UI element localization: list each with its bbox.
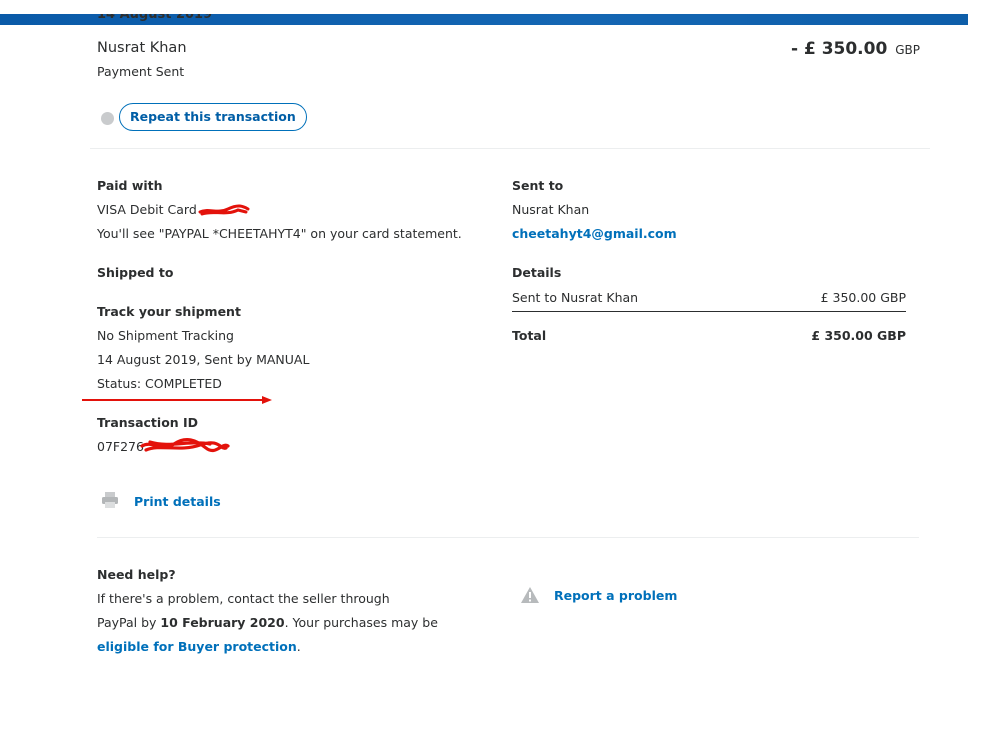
details-line-value: £ 350.00 GBP bbox=[820, 290, 906, 305]
repeat-transaction-label: Repeat this transaction bbox=[130, 109, 296, 124]
section-divider bbox=[90, 148, 930, 149]
card-name: VISA Debit Card bbox=[97, 202, 197, 217]
details-line-label: Sent to Nusrat Khan bbox=[512, 290, 639, 305]
help-text-line-3: eligible for Buyer protection. bbox=[97, 639, 301, 654]
printer-icon[interactable] bbox=[101, 491, 119, 509]
transaction-date: 14 August 2019 bbox=[97, 14, 213, 22]
details-label: Details bbox=[512, 265, 562, 280]
help-text-line-1: If there's a problem, contact the seller… bbox=[97, 591, 390, 606]
buyer-protection-link[interactable]: eligible for Buyer protection bbox=[97, 639, 297, 654]
sent-to-label: Sent to bbox=[512, 178, 564, 193]
redaction-scribble bbox=[198, 204, 250, 216]
repeat-transaction-button[interactable]: Repeat this transaction bbox=[119, 103, 307, 131]
amount-currency: GBP bbox=[895, 43, 920, 57]
transaction-id-label: Transaction ID bbox=[97, 415, 199, 430]
tracking-status: Status: COMPLETED bbox=[97, 376, 222, 391]
total-value: £ 350.00 GBP bbox=[811, 328, 906, 343]
track-shipment-label: Track your shipment bbox=[97, 304, 241, 319]
amount-value: - £ 350.00 bbox=[790, 39, 888, 59]
redaction-scribble bbox=[140, 438, 230, 453]
tracking-line-1: No Shipment Tracking bbox=[97, 328, 234, 343]
report-problem-link[interactable]: Report a problem bbox=[554, 588, 677, 603]
payment-amount: - £ 350.00 GBP bbox=[791, 39, 920, 59]
print-details-link[interactable]: Print details bbox=[134, 494, 221, 509]
statement-note: You'll see "PAYPAL *CHEETAHYT4" on your … bbox=[97, 226, 462, 241]
annotation-arrow bbox=[82, 396, 272, 404]
help-link-suffix: . bbox=[296, 639, 301, 654]
recipient-email-link[interactable]: cheetahyt4@gmail.com bbox=[512, 226, 677, 241]
tracking-line-2: 14 August 2019, Sent by MANUAL bbox=[97, 352, 310, 367]
paid-with-label: Paid with bbox=[97, 178, 163, 193]
payment-status: Payment Sent bbox=[97, 64, 185, 79]
help-deadline-date: 10 February 2020 bbox=[160, 615, 285, 630]
help-text-suffix: . Your purchases may be bbox=[284, 615, 438, 630]
recipient-name: Nusrat Khan bbox=[97, 40, 187, 56]
info-dot-icon bbox=[101, 112, 114, 125]
sent-to-name: Nusrat Khan bbox=[512, 202, 590, 217]
help-text-line-2: PayPal by 10 February 2020. Your purchas… bbox=[97, 615, 438, 630]
need-help-title: Need help? bbox=[97, 567, 176, 582]
section-divider bbox=[97, 537, 919, 538]
details-divider bbox=[512, 311, 906, 312]
shipped-to-label: Shipped to bbox=[97, 265, 174, 280]
transaction-id-value: 07F276 bbox=[97, 439, 144, 454]
total-label: Total bbox=[512, 328, 547, 343]
warning-icon[interactable] bbox=[520, 586, 540, 604]
help-text-prefix: PayPal by bbox=[97, 615, 161, 630]
